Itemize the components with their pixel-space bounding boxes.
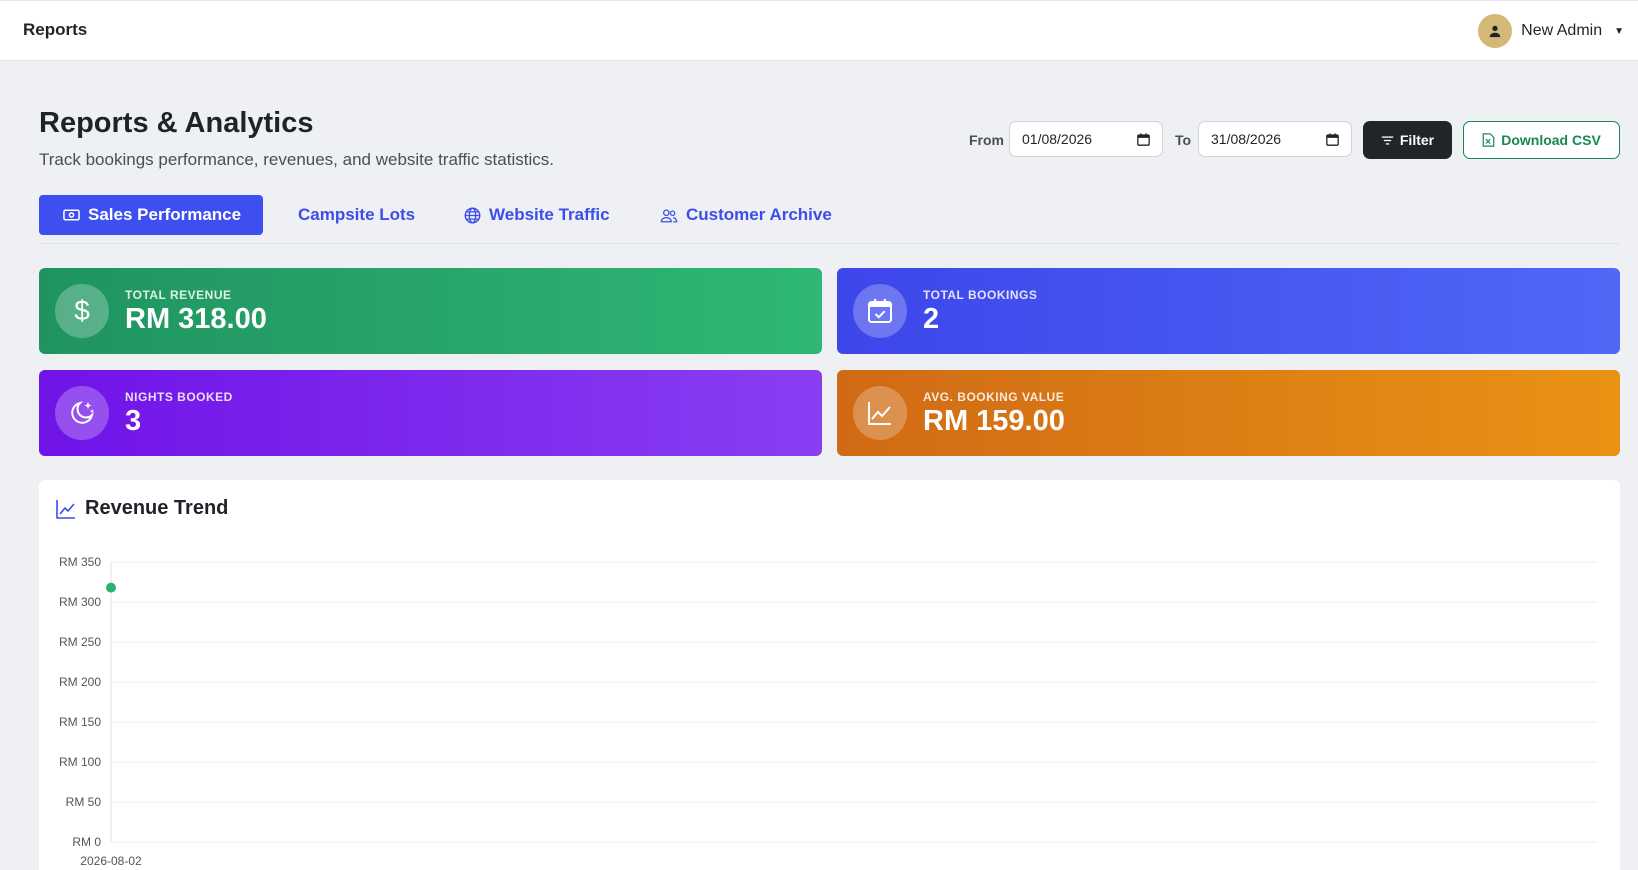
filter-button-label: Filter [1399, 132, 1435, 148]
tab-label: Website Traffic [489, 205, 610, 224]
tab-website-traffic[interactable]: Website Traffic [464, 195, 610, 235]
calendar-icon [1137, 132, 1150, 146]
user-menu[interactable]: New Admin ▼ [1478, 14, 1624, 48]
stat-card-total-revenue: $ TOTAL REVENUE RM 318.00 [39, 268, 822, 354]
from-date-input[interactable]: 01/08/2026 [1009, 121, 1163, 157]
from-label: From [969, 132, 1004, 148]
avatar [1478, 14, 1513, 48]
tab-label: Sales Performance [88, 205, 242, 224]
top-bar: Reports New Admin ▼ [0, 0, 1638, 61]
moon-stars-icon [55, 386, 109, 440]
page-title: Reports & Analytics [39, 107, 314, 139]
y-tick-label: RM 50 [66, 795, 102, 809]
topbar-title: Reports [23, 20, 88, 39]
cash-icon [63, 209, 80, 221]
caret-down-icon: ▼ [1614, 25, 1624, 37]
y-tick-label: RM 150 [59, 715, 101, 729]
page-subtitle: Track bookings performance, revenues, an… [39, 150, 554, 169]
y-tick-label: RM 0 [72, 835, 101, 849]
stat-card-avg-booking-value: AVG. BOOKING VALUE RM 159.00 [837, 370, 1620, 456]
tab-campsite-lots[interactable]: Campsite Lots [298, 195, 415, 235]
stat-card-nights-booked: NIGHTS BOOKED 3 [39, 370, 822, 456]
y-tick-label: RM 350 [59, 555, 101, 569]
stat-label: TOTAL BOOKINGS [923, 288, 1038, 302]
y-tick-label: RM 250 [59, 635, 101, 649]
x-tick-label: 2026-08-02 [80, 854, 142, 868]
stat-label: TOTAL REVENUE [125, 288, 232, 302]
revenue-trend-panel: Revenue Trend RM 0 RM 50 RM 100 RM 150 RM 20… [39, 480, 1620, 870]
download-csv-label: Download CSV [1501, 132, 1601, 148]
file-excel-icon [1482, 133, 1495, 147]
calendar-check-icon [853, 284, 907, 338]
calendar-icon [1326, 132, 1339, 146]
tab-sales-performance[interactable]: Sales Performance [39, 195, 264, 235]
stat-label: NIGHTS BOOKED [125, 390, 233, 404]
stat-value: 2 [923, 303, 940, 335]
report-tabs: Sales Performance Campsite Lots Website … [39, 195, 1620, 244]
data-point [106, 582, 116, 593]
tab-label: Campsite Lots [298, 205, 416, 224]
revenue-chart: RM 0 RM 50 RM 100 RM 150 RM 200 RM 250 RM 300 R… [59, 555, 1596, 868]
to-label: To [1175, 132, 1192, 148]
filter-button[interactable]: Filter [1363, 121, 1452, 159]
person-icon [1489, 25, 1501, 38]
tab-customer-archive[interactable]: Customer Archive [660, 195, 832, 235]
from-date-value: 01/08/2026 [1022, 131, 1093, 147]
filter-icon [1381, 135, 1394, 145]
stat-value: 3 [125, 405, 142, 437]
to-date-input[interactable]: 31/08/2026 [1198, 121, 1352, 157]
user-name: New Admin [1521, 22, 1603, 39]
globe-icon [464, 207, 481, 223]
y-tick-label: RM 100 [59, 755, 101, 769]
graph-up-icon [853, 386, 907, 440]
dollar-icon: $ [55, 284, 109, 338]
stat-value: RM 159.00 [923, 405, 1065, 437]
download-csv-button[interactable]: Download CSV [1463, 121, 1620, 159]
svg-text:$: $ [74, 297, 90, 325]
to-date-value: 31/08/2026 [1211, 131, 1282, 147]
y-tick-label: RM 300 [59, 595, 101, 609]
stat-card-total-bookings: TOTAL BOOKINGS 2 [837, 268, 1620, 354]
y-tick-label: RM 200 [59, 675, 101, 689]
tab-label: Customer Archive [686, 205, 832, 224]
users-icon [660, 208, 678, 222]
stat-label: AVG. BOOKING VALUE [923, 390, 1065, 404]
stat-value: RM 318.00 [125, 303, 267, 335]
